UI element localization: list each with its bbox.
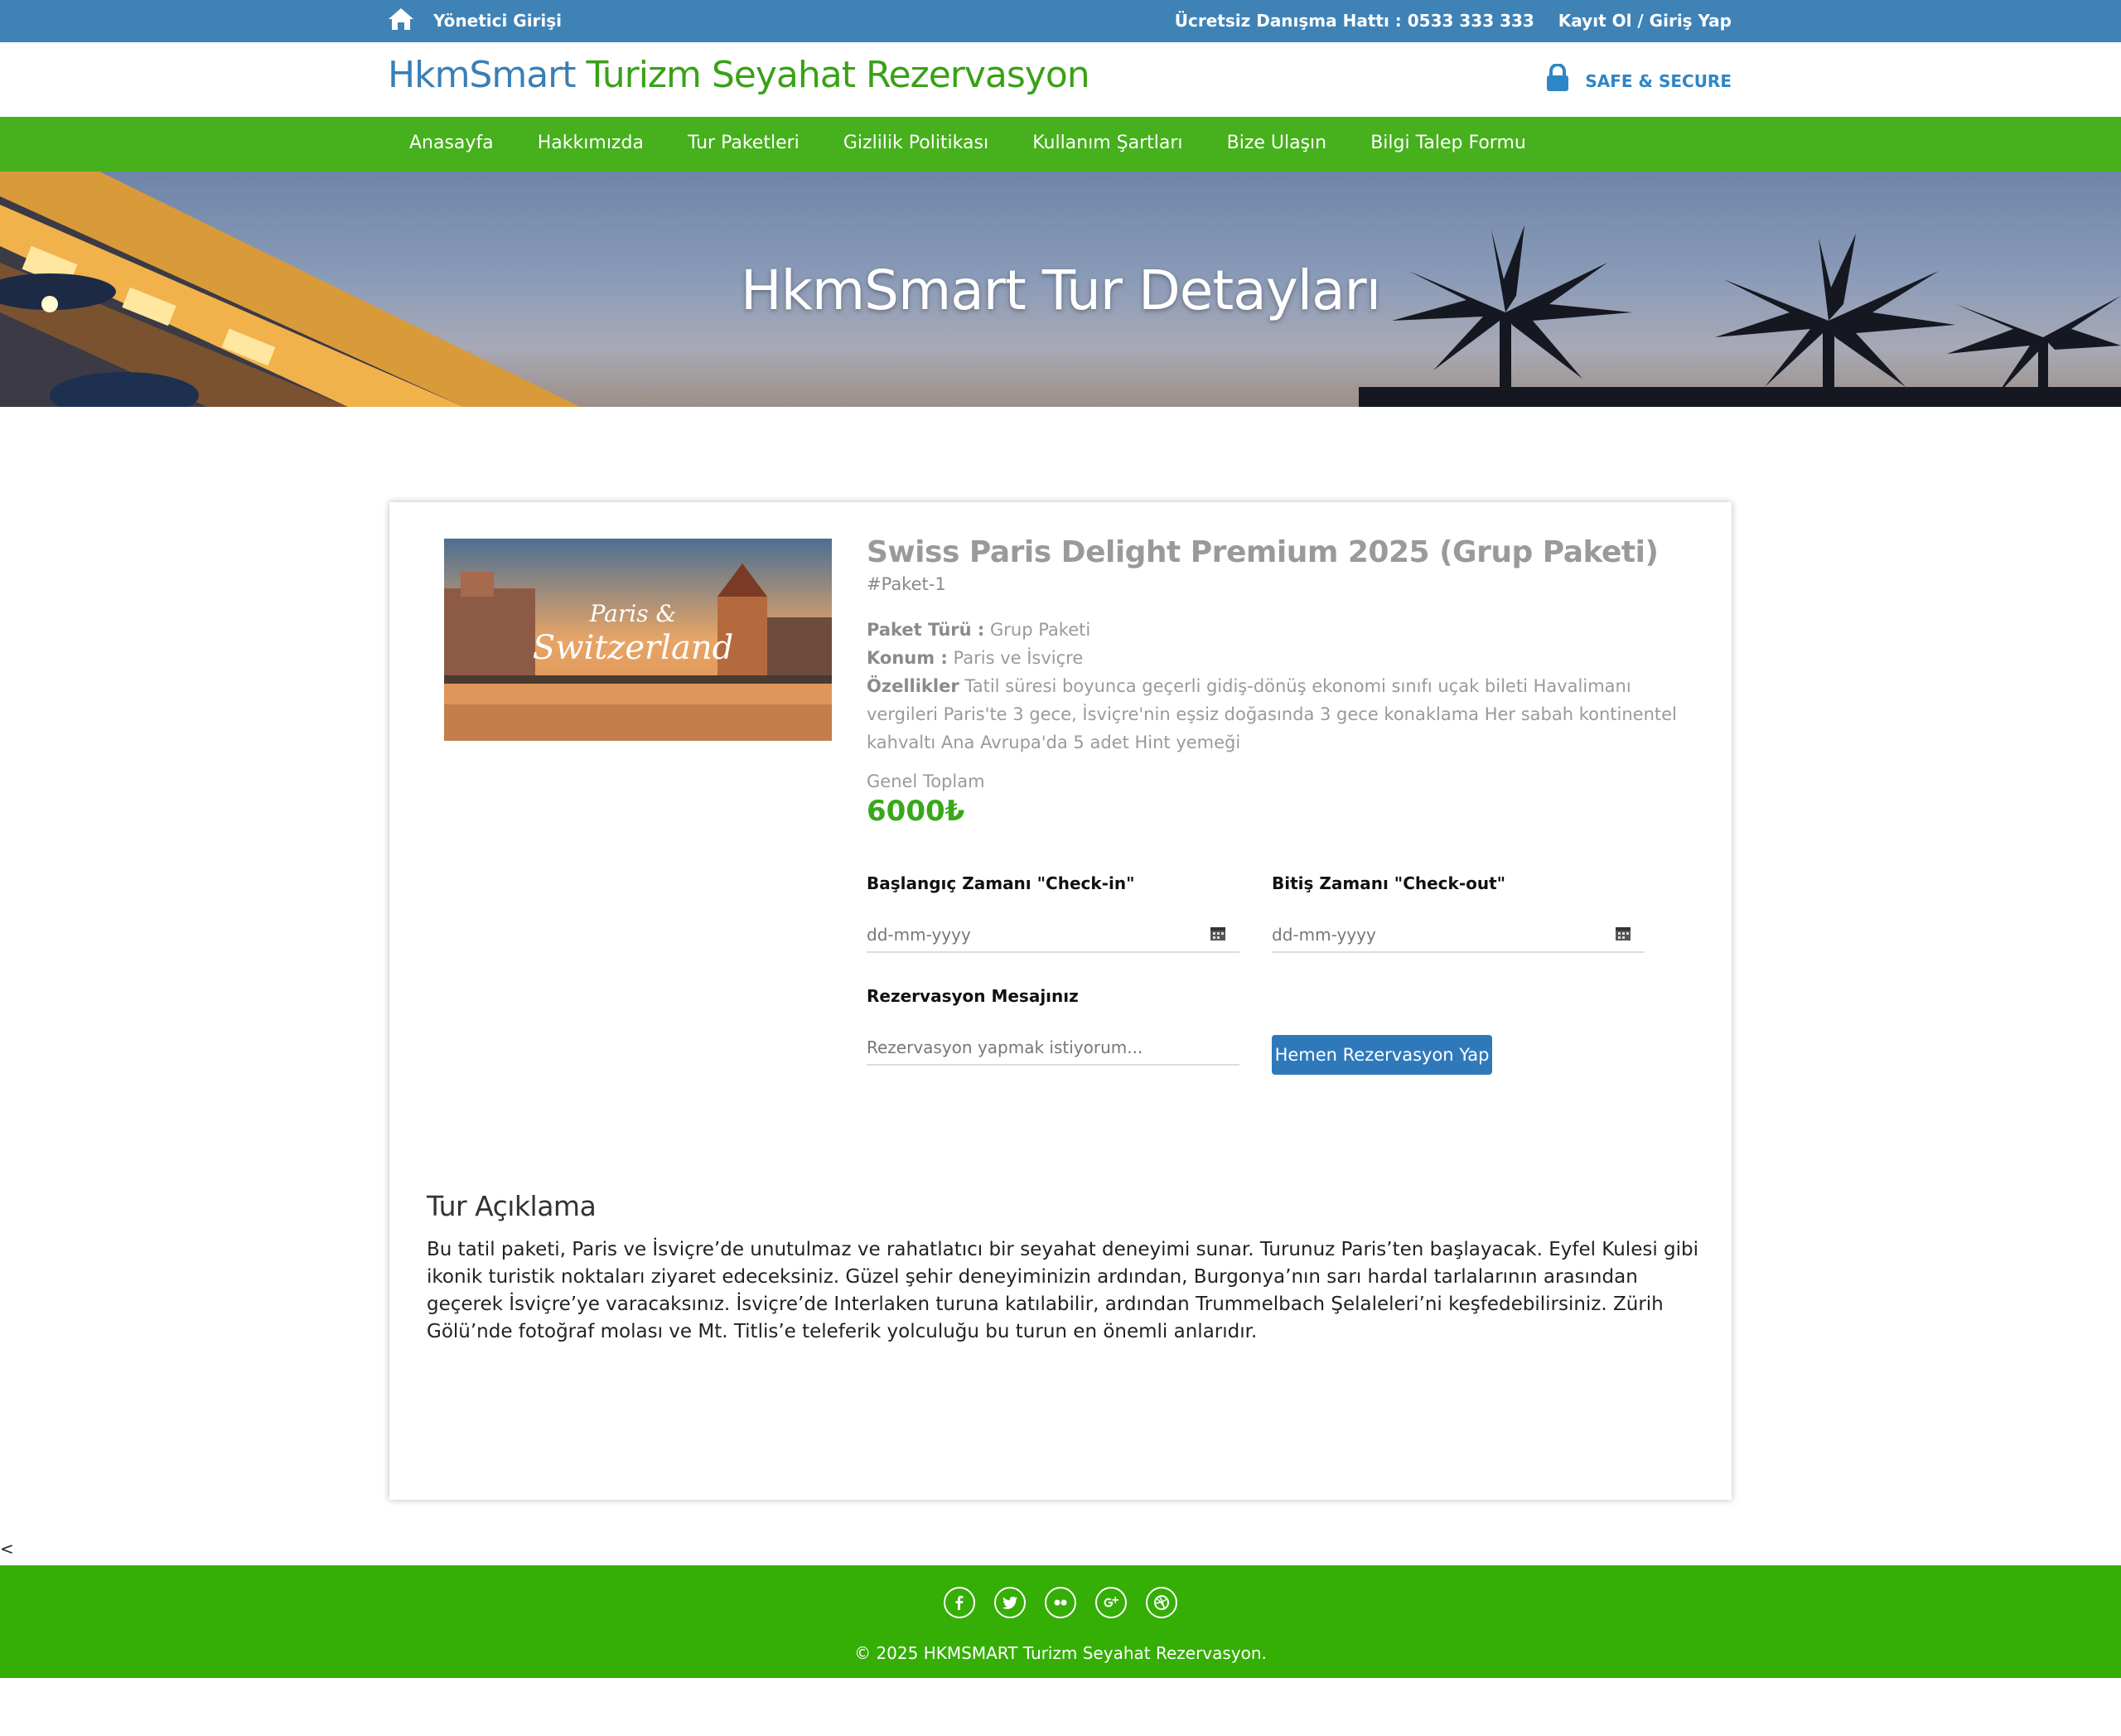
message-label: Rezervasyon Mesajınız	[867, 986, 1079, 1006]
package-type-label: Paket Türü :	[867, 620, 985, 640]
package-features-label: Özellikler	[867, 676, 959, 696]
package-thumbnail: Paris & Switzerland	[444, 539, 832, 741]
calendar-icon[interactable]	[1615, 925, 1631, 941]
topbar-right: Ücretsiz Danışma Hattı : 0533 333 333 Ka…	[1157, 11, 1732, 31]
hotline-text: Ücretsiz Danışma Hattı : 0533 333 333	[1174, 11, 1534, 31]
tour-description-text: Bu tatil paketi, Paris ve İsviçre’de unu…	[427, 1239, 1699, 1342]
checkin-placeholder: dd-mm-yyyy	[867, 925, 971, 945]
package-code: #Paket-1	[867, 574, 946, 594]
main-nav: Anasayfa Hakkımızda Tur Paketleri Gizlil…	[0, 117, 2121, 172]
checkout-placeholder: dd-mm-yyyy	[1272, 925, 1376, 945]
total-price: 6000₺	[867, 795, 965, 828]
safe-secure-badge: SAFE & SECURE	[1545, 64, 1732, 92]
package-location-value: Paris ve İsviçre	[953, 648, 1084, 668]
flickr-icon[interactable]	[1045, 1587, 1076, 1618]
brand-name-part1: HkmSmart	[388, 54, 577, 96]
message-placeholder: Rezervasyon yapmak istiyorum...	[867, 1037, 1143, 1057]
nav-item-tour-packages[interactable]: Tur Paketleri	[688, 133, 800, 153]
nav-item-terms[interactable]: Kullanım Şartları	[1032, 133, 1182, 153]
google-plus-icon[interactable]	[1095, 1587, 1128, 1618]
package-title: Swiss Paris Delight Premium 2025 (Grup P…	[867, 535, 1659, 569]
brand-logo[interactable]: HkmSmart Turizm Seyahat Rezervasyon	[388, 54, 1090, 96]
package-features-value: Tatil süresi boyunca geçerli gidiş-dönüş…	[867, 676, 1677, 752]
site-header: HkmSmart Turizm Seyahat Rezervasyon SAFE…	[0, 42, 2121, 117]
lock-icon	[1547, 64, 1569, 91]
copyright-text: © 2025 HKMSMART Turizm Seyahat Rezervasy…	[854, 1643, 1267, 1663]
checkout-date-input[interactable]: dd-mm-yyyy	[1272, 913, 1645, 953]
twitter-icon[interactable]	[993, 1587, 1026, 1618]
safe-secure-label: SAFE & SECURE	[1585, 71, 1732, 91]
site-footer: © 2025 HKMSMART Turizm Seyahat Rezervasy…	[0, 1565, 2121, 1678]
nav-item-about[interactable]: Hakkımızda	[538, 133, 644, 153]
package-details: Paket Türü : Grup Paketi Konum : Paris v…	[867, 616, 1679, 757]
thumbnail-text-line1: Paris &	[589, 600, 677, 627]
reservation-message-input[interactable]: Rezervasyon yapmak istiyorum...	[867, 1026, 1239, 1066]
nav-item-home[interactable]: Anasayfa	[409, 133, 494, 153]
thumbnail-text-line2: Switzerland	[533, 629, 733, 667]
reserve-now-button[interactable]: Hemen Rezervasyon Yap	[1272, 1035, 1492, 1075]
package-detail-card: Paris & Switzerland Swiss Paris Delight …	[389, 502, 1732, 1500]
top-bar: Yönetici Girişi Ücretsiz Danışma Hattı :…	[0, 0, 2121, 42]
package-thumbnail-image: Paris & Switzerland	[444, 539, 832, 741]
package-location-label: Konum :	[867, 648, 948, 668]
stray-character: <	[0, 1539, 14, 1559]
register-login-link[interactable]: Kayıt Ol / Giriş Yap	[1558, 11, 1732, 31]
total-label: Genel Toplam	[867, 771, 985, 791]
admin-login-link[interactable]: Yönetici Girişi	[433, 11, 562, 31]
social-links	[0, 1587, 2121, 1622]
package-type-value: Grup Paketi	[989, 620, 1091, 640]
nav-item-privacy[interactable]: Gizlilik Politikası	[843, 133, 988, 153]
hero-title: HkmSmart Tur Detayları	[740, 259, 1381, 322]
checkout-label: Bitiş Zamanı "Check-out"	[1272, 873, 1506, 893]
home-icon[interactable]	[388, 7, 414, 31]
nav-item-info-request[interactable]: Bilgi Talep Formu	[1370, 133, 1526, 153]
nav-item-contact[interactable]: Bize Ulaşın	[1227, 133, 1327, 153]
facebook-icon[interactable]	[943, 1587, 975, 1618]
package-info: Swiss Paris Delight Premium 2025 (Grup P…	[867, 535, 1679, 828]
hero-banner: HkmSmart Tur Detayları	[0, 172, 2121, 407]
dribbble-icon[interactable]	[1146, 1587, 1178, 1618]
calendar-icon[interactable]	[1210, 925, 1226, 941]
checkin-date-input[interactable]: dd-mm-yyyy	[867, 913, 1239, 953]
checkin-label: Başlangıç Zamanı "Check-in"	[867, 873, 1135, 893]
tour-description-title: Tur Açıklama	[427, 1190, 597, 1222]
brand-name-part2: Turizm Seyahat Rezervasyon	[586, 54, 1090, 96]
